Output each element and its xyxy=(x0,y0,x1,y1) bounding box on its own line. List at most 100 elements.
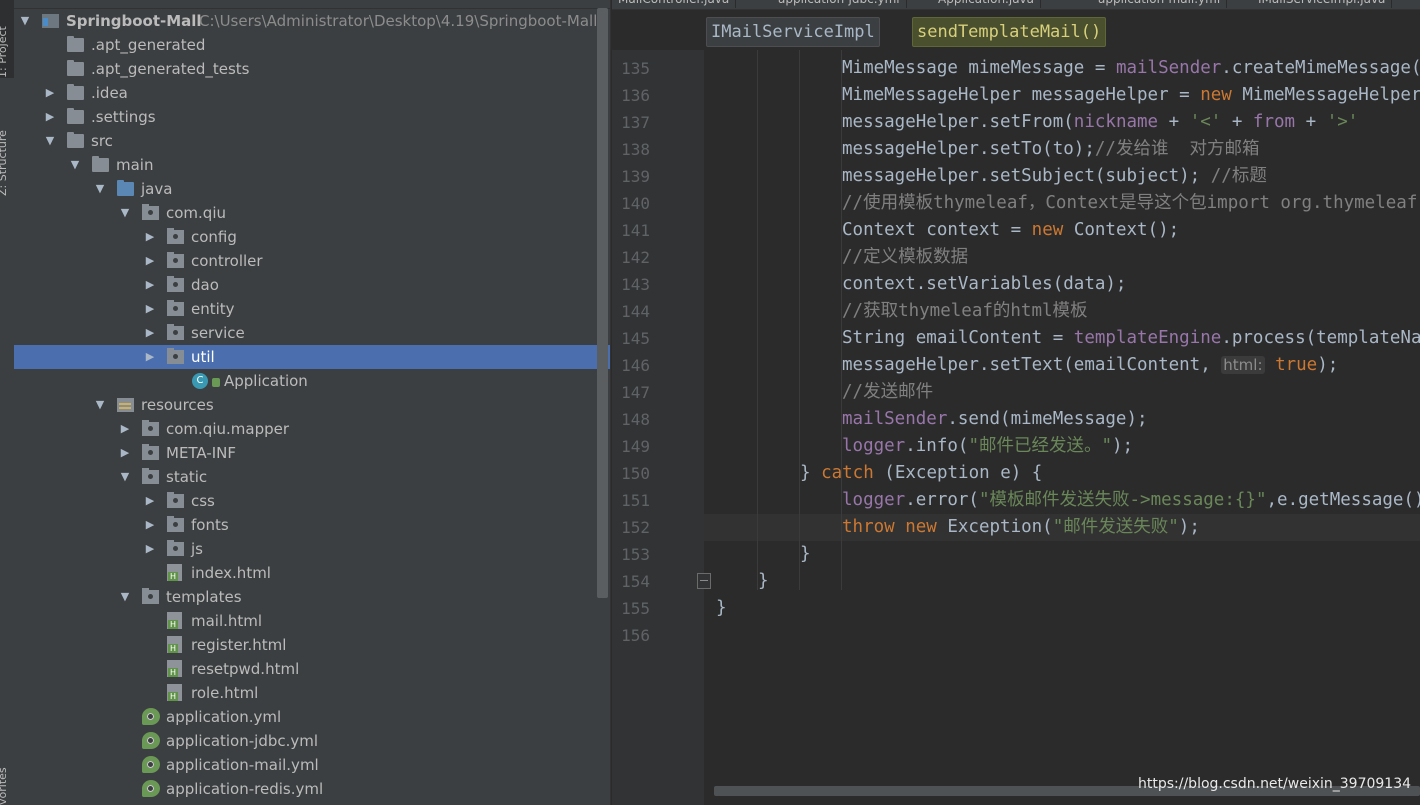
spring-yml-icon xyxy=(142,708,160,725)
chevron-right-icon[interactable]: ▶ xyxy=(143,345,157,369)
code-area[interactable]: MimeMessage mimeMessage = mailSender.cre… xyxy=(704,50,1420,805)
tree-item[interactable]: ▼ resources xyxy=(14,393,610,417)
tree-item[interactable]: ▼ static xyxy=(14,465,610,489)
editor-tab[interactable]: MailController.java xyxy=(612,0,737,8)
code-line: MimeMessage mimeMessage = mailSender.cre… xyxy=(842,55,1420,82)
chevron-right-icon[interactable]: ▶ xyxy=(118,417,132,441)
code-token: mailSender xyxy=(1115,58,1222,78)
tree-item[interactable]: mail.html xyxy=(14,609,610,633)
tree-item[interactable]: register.html xyxy=(14,633,610,657)
chevron-right-icon[interactable]: ▶ xyxy=(143,249,157,273)
package-icon xyxy=(142,444,159,460)
package-icon xyxy=(167,348,184,364)
tree-item[interactable]: ▼ main xyxy=(14,153,610,177)
code-token: ); xyxy=(1112,436,1134,456)
line-number: 144 xyxy=(621,302,650,321)
code-token: .process(templateName, context); xyxy=(1221,328,1420,348)
tree-item[interactable]: ▼ com.qiu xyxy=(14,201,610,225)
code-token: ); xyxy=(1317,355,1339,375)
code-token: String emailContent = xyxy=(842,328,1074,348)
tool-window-stripe: 1: Project Z: Structure vorites xyxy=(0,0,18,805)
code-line: mailSender.send(mimeMessage); xyxy=(842,406,1148,433)
code-line: messageHelper.setText(emailContent, html… xyxy=(842,352,1338,379)
breadcrumb-class[interactable]: IMailServiceImpl xyxy=(706,17,880,47)
tree-item[interactable]: ▶ com.qiu.mapper xyxy=(14,417,610,441)
spring-yml-icon xyxy=(142,756,160,773)
chevron-right-icon[interactable]: ▶ xyxy=(143,537,157,561)
chevron-down-icon[interactable]: ▼ xyxy=(118,585,132,609)
editor-tab[interactable]: application-jdbc.yml xyxy=(772,0,907,8)
code-token: Context context = xyxy=(842,220,1032,240)
tree-item[interactable]: index.html xyxy=(14,561,610,585)
tree-item-label: js xyxy=(191,540,203,558)
tree-item[interactable]: application.yml xyxy=(14,705,610,729)
html-file-icon xyxy=(167,660,182,677)
chevron-down-icon[interactable]: ▼ xyxy=(43,129,57,153)
code-line: messageHelper.setSubject(subject); //标题 xyxy=(842,163,1267,190)
chevron-down-icon[interactable]: ▼ xyxy=(68,153,82,177)
code-token: ); xyxy=(1178,517,1200,537)
package-icon xyxy=(167,228,184,244)
chevron-down-icon[interactable]: ▼ xyxy=(18,9,32,33)
tree-item[interactable]: ▶ fonts xyxy=(14,513,610,537)
tree-item[interactable]: role.html xyxy=(14,681,610,705)
tree-item[interactable]: ▼ templates xyxy=(14,585,610,609)
chevron-right-icon[interactable]: ▶ xyxy=(143,297,157,321)
tree-item-label: fonts xyxy=(191,516,229,534)
chevron-right-icon[interactable]: ▶ xyxy=(43,105,57,129)
line-number: 138 xyxy=(621,140,650,159)
tree-item[interactable]: application-jdbc.yml xyxy=(14,729,610,753)
folder-icon xyxy=(67,36,84,52)
tree-item[interactable]: ▶ js xyxy=(14,537,610,561)
code-token: nickname xyxy=(1073,112,1159,132)
tree-item[interactable]: ▶ META-INF xyxy=(14,441,610,465)
html-file-icon xyxy=(167,564,182,581)
tree-item[interactable]: application-redis.yml xyxy=(14,777,610,801)
code-token: //获取thymeleaf的html模板 xyxy=(842,301,1088,321)
tree-item-label: dao xyxy=(191,276,219,294)
tree-item[interactable]: ▼ Springboot-Mall C:\Users\Administrator\D… xyxy=(14,9,610,33)
chevron-right-icon[interactable]: ▶ xyxy=(43,81,57,105)
chevron-right-icon[interactable]: ▶ xyxy=(143,489,157,513)
tree-item[interactable]: ▶ .idea xyxy=(14,81,610,105)
tree-item[interactable]: resetpwd.html xyxy=(14,657,610,681)
tree-item[interactable]: ▶ config xyxy=(14,225,610,249)
code-token: } xyxy=(758,571,769,591)
tree-item[interactable]: ▼ src xyxy=(14,129,610,153)
code-token: templateEngine xyxy=(1073,328,1222,348)
project-tree-scrollbar[interactable] xyxy=(597,8,608,598)
tree-item[interactable]: ▶ util xyxy=(14,345,610,369)
tree-item[interactable]: .apt_generated_tests xyxy=(14,57,610,81)
line-number: 145 xyxy=(621,329,650,348)
tree-item[interactable]: ▶ .settings xyxy=(14,105,610,129)
editor-tab[interactable]: application-mail.yml xyxy=(1092,0,1228,8)
tree-item[interactable]: ▼ java xyxy=(14,177,610,201)
line-number: 142 xyxy=(621,248,650,267)
tree-item[interactable]: .apt_generated xyxy=(14,33,610,57)
tree-item[interactable]: ▶ dao xyxy=(14,273,610,297)
chevron-down-icon[interactable]: ▼ xyxy=(93,177,107,201)
breadcrumb-method[interactable]: sendTemplateMail() xyxy=(912,17,1107,47)
chevron-right-icon[interactable]: ▶ xyxy=(143,273,157,297)
chevron-right-icon[interactable]: ▶ xyxy=(143,513,157,537)
tree-item[interactable]: ▶ service xyxy=(14,321,610,345)
chevron-down-icon[interactable]: ▼ xyxy=(118,201,132,225)
chevron-right-icon[interactable]: ▶ xyxy=(143,225,157,249)
code-token: "模板邮件发送失败->message:{}" xyxy=(978,490,1267,510)
chevron-down-icon[interactable]: ▼ xyxy=(93,393,107,417)
tree-item[interactable]: C Application xyxy=(14,369,610,393)
tree-item[interactable]: ▶ controller xyxy=(14,249,610,273)
tree-item[interactable]: ▶ entity xyxy=(14,297,610,321)
tree-item[interactable]: ▶ css xyxy=(14,489,610,513)
tree-item-label: .apt_generated_tests xyxy=(91,60,250,78)
chevron-down-icon[interactable]: ▼ xyxy=(118,465,132,489)
editor-tab[interactable]: IMailServiceImpl.java xyxy=(1252,0,1393,8)
chevron-right-icon[interactable]: ▶ xyxy=(143,321,157,345)
chevron-right-icon[interactable]: ▶ xyxy=(118,441,132,465)
editor-tab[interactable]: Application.java xyxy=(932,0,1042,8)
code-token: //定义模板数据 xyxy=(842,247,969,267)
tree-item[interactable]: application-mail.yml xyxy=(14,753,610,777)
line-number: 152 xyxy=(621,518,650,537)
tree-item-label: register.html xyxy=(191,636,287,654)
folder-icon xyxy=(67,108,84,124)
